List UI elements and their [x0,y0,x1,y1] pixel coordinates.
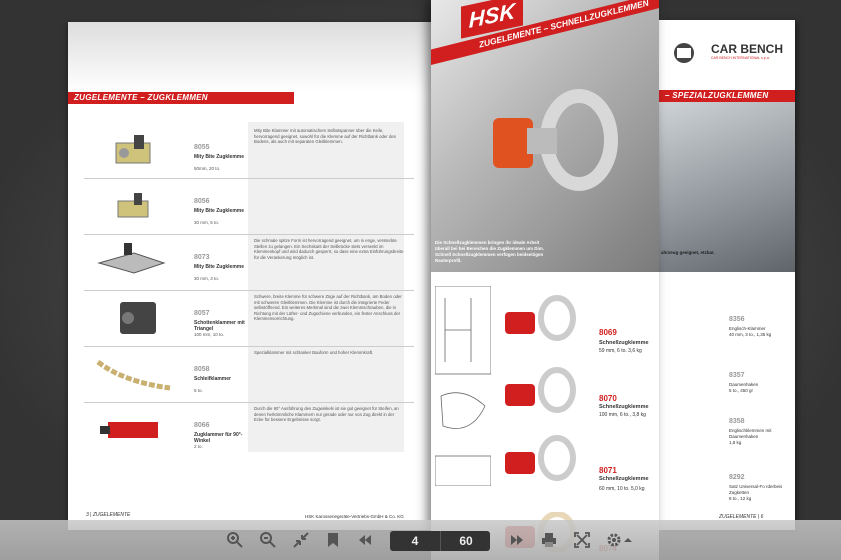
product-row: 8056 Mity Bite Zugklemme 30 mm, 5 to. [84,180,420,235]
product-name: Mity Bite Zugklemme [194,264,245,270]
product-description: Schwere, breite Klemme für schwere Züge … [254,294,402,321]
middle-caption: Die Schnellzugklemmen bringen ihr ideale… [435,240,545,263]
product-number: 8292 [729,474,745,481]
company-footer: HSK Karosseriegeräte-Vertriebs-GmbH & Co… [305,514,404,519]
product-row: 8057 Schottenklammer mit Triangel 100 mm… [84,292,420,347]
product-number: 8057 [194,310,210,317]
first-page-icon[interactable] [356,531,374,549]
product-description: Durch die 90° Ausführung des Zugwinkels … [254,406,399,422]
product-name: Satz Universal-Fo rderbeis Zugketten [729,484,783,495]
product-row: 8356 Englisch-Klammer 40 mm, 3 to., 1,35… [659,290,795,340]
product-number: 8357 [729,372,745,379]
product-spec: 30 mm, 3 to. [194,276,220,281]
divider [84,402,414,403]
right-caption: ahrzeug geeignet, etzbar. [661,250,715,255]
product-spec: 59 mm, 6 to. 3,6 kg [599,348,642,354]
product-number: 8356 [729,316,745,323]
product-row: 8071 Schnellzugklemme 60 mm, 10 to. 5,0 … [431,430,659,500]
product-number: 8056 [194,198,210,205]
product-name: Daumenhaken [729,382,759,387]
next-page-icon[interactable] [508,531,526,549]
product-name: Schottenklammer mit Triangel [194,320,245,332]
quick-clamp-image [505,367,576,413]
product-name: Mity Bite Zugklemme [194,208,245,214]
quick-clamp-image [505,435,576,481]
product-number: 8066 [194,422,210,429]
page-footer: 3 | ZUGELEMENTE [86,512,131,518]
car-bench-subtitle: CAR BENCH INTERNATIONAL s.p.a. [711,56,770,60]
viewer-toolbar: 4 60 [0,520,841,560]
turning-page[interactable]: HSK ZUGELEMENTE – SCHNELLZUGKLEMMEN Die … [431,0,659,560]
product-description: Mity Bite Klammer mit automatischem Selb… [254,128,396,144]
car-bench-title: CAR BENCH [711,42,783,56]
clamp-image [97,243,166,274]
product-number: 8071 [599,466,617,475]
product-row: 8357 Daumenhaken 5 to., 450 gr [659,348,795,398]
chain-image [96,360,171,391]
settings-icon[interactable] [606,531,634,549]
product-number: 8058 [194,366,210,373]
product-spec: 1,8 kg [729,440,742,445]
product-spec: 2 to. [194,444,203,449]
product-row: 8070 Schnellzugklemme 100 mm, 6 to., 3,8… [431,360,659,430]
current-page: 4 [411,534,419,548]
product-spec: 60 mm, 10 to. 5,0 kg [599,486,645,492]
product-name: Schnellzugklemme [599,476,649,482]
engine-photo [659,102,795,272]
product-number: 8069 [599,328,617,337]
product-description: Die schmale spitze Form ist hervorragend… [254,238,404,260]
left-page[interactable]: ZUGELEMENTE – ZUGKLEMMEN 8055 Mity Bite … [68,22,432,530]
product-row: 8055 Mity Bite Zugklemme 50mm, 20 to. Mi… [84,124,420,179]
zoom-out-icon[interactable] [259,531,277,549]
product-spec: 5 to., 450 gr [729,388,754,393]
product-row: 8073 Mity Bite Zugklemme 30 mm, 3 to. Di… [84,236,420,291]
clamp-image [100,422,158,438]
page-indicator[interactable]: 4 60 [390,531,490,551]
product-row: 8069 Schnellzugklemme 59 mm, 6 to. 3,6 k… [431,290,659,360]
product-spec: 100 mm, 10 to. [194,332,225,337]
product-spec: 8 to., 12 kg [729,496,752,501]
left-page-header: ZUGELEMENTE – ZUGKLEMMEN [68,92,294,104]
product-name: Mity Bite Zugklemme [194,154,245,160]
shrink-icon[interactable] [292,531,310,549]
product-name: Englischklemmen mit Daumenhaken [729,428,772,439]
quick-clamp-image [505,295,576,341]
divider [84,290,414,291]
product-description: Spezialklammer mit schlanker Bauform und… [254,350,374,355]
product-spec: 50mm, 20 to. [194,166,221,171]
product-number: 8055 [194,144,210,151]
product-row: 8358 Englischklemmen mit Daumenhaken 1,8… [659,400,795,450]
product-spec: 100 mm, 6 to., 3,8 kg [599,412,646,418]
product-number: 8070 [599,394,617,403]
right-page-header: – SPEZIALZUGKLEMMEN [659,90,795,102]
divider [84,346,414,347]
divider [84,234,414,235]
product-name: Zugklammer für 90°-Winkel [194,432,243,444]
product-spec: 5 to. [194,388,203,393]
flipbook-stage: ZUGELEMENTE – ZUGKLEMMEN 8055 Mity Bite … [0,0,841,560]
right-page[interactable]: CAR BENCH CAR BENCH INTERNATIONAL s.p.a.… [659,20,795,530]
product-name: Schnellzugklemme [599,340,649,346]
left-page-banner [68,22,432,92]
product-name: Schleifklammer [194,376,231,382]
print-icon[interactable] [540,531,558,549]
clamp-image [115,135,151,164]
product-row: 8292 Satz Universal-Fo rderbeis Zugkette… [659,454,795,504]
product-row: 8058 Schleifklammer 5 to. Spezialklammer… [84,348,420,403]
bookmark-icon[interactable] [324,531,342,549]
product-name: Englisch-Klammer [729,326,766,331]
zoom-in-icon[interactable] [226,531,244,549]
total-pages: 60 [440,531,491,551]
clamp-image [117,193,149,218]
product-spec: 40 mm, 3 to., 1,35 kg [729,332,772,337]
product-name: Schnellzugklemme [599,404,649,410]
product-row: 8066 Zugklammer für 90°-Winkel 2 to. Dur… [84,404,420,459]
divider [84,178,414,179]
car-bench-emblem-icon [674,43,694,63]
product-number: 8073 [194,254,210,261]
product-number: 8358 [729,418,745,425]
product-spec: 30 mm, 5 to. [194,220,220,225]
clamp-image [120,302,156,334]
fullscreen-icon[interactable] [573,531,591,549]
